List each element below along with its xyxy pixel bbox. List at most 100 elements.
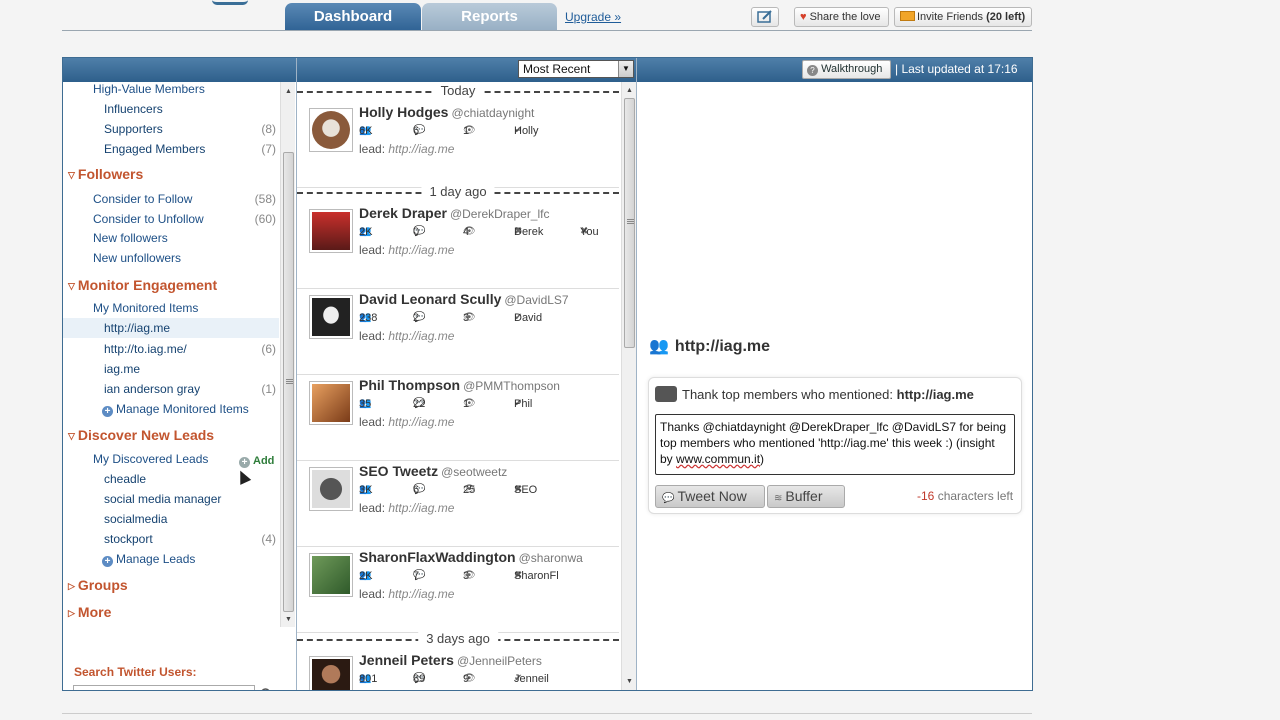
logo-swoosh — [212, 0, 248, 5]
member-name[interactable]: SharonFlaxWaddington @sharonwa — [359, 549, 583, 565]
sidebar-item-monitored-4[interactable]: ian anderson gray (1) — [63, 379, 279, 399]
section-title: Monitor Engagement — [77, 277, 218, 293]
tweet-now-button[interactable]: 💬 Tweet Now — [655, 485, 765, 508]
scroll-down-icon[interactable]: ▼ — [622, 676, 637, 688]
lead-url[interactable]: http://iag.me — [388, 501, 454, 515]
section-followers[interactable]: ▽ Followers — [68, 164, 143, 184]
search-icon[interactable] — [260, 687, 274, 690]
manage-monitored-link[interactable]: + Manage Monitored Items — [63, 399, 279, 419]
sidebar-item-consider-unfollow[interactable]: Consider to Unfollow (60) — [63, 209, 279, 229]
member-name[interactable]: SEO Tweetz @seotweetz — [359, 463, 507, 479]
lead-label: lead: — [359, 142, 386, 156]
sidebar-item-lead-2[interactable]: social media manager — [63, 489, 279, 509]
member-name[interactable]: Derek Draper @DerekDraper_lfc — [359, 205, 549, 221]
section-title: Followers — [77, 166, 144, 182]
lead-url[interactable]: http://iag.me — [388, 329, 454, 343]
feed-item[interactable]: Jenneil Peters @JenneilPeters 👥 801 💬 89 👁 9… — [297, 650, 619, 690]
section-monitor-engagement[interactable]: ▽ Monitor Engagement — [68, 275, 217, 295]
feed-item[interactable]: David Leonard Scully @DavidLS7 👥 238 💬 2 👁 3… — [297, 289, 619, 375]
tab-dashboard[interactable]: Dashboard — [285, 3, 421, 31]
section-groups[interactable]: ▷ Groups — [68, 575, 128, 595]
sidebar-item-count: (58) — [254, 192, 276, 206]
feed-item[interactable]: Derek Draper @DerekDraper_lfc 👥 2K 💬 0 👁 4 ✖… — [297, 203, 619, 289]
sidebar-item-consider-follow[interactable]: Consider to Follow (58) — [63, 189, 279, 209]
sidebar-item-influencers[interactable]: Influencers — [63, 99, 279, 119]
feed-item[interactable]: SEO Tweetz @seotweetz 👥 3K 💬 6 👁 25 ✖ SEO lea… — [297, 461, 619, 547]
sidebar-item-label: socialmedia — [104, 512, 168, 526]
feed-scroll-thumb[interactable] — [624, 98, 635, 348]
lead-url[interactable]: http://iag.me — [388, 415, 454, 429]
sidebar-item-monitored-header[interactable]: My Monitored Items — [63, 298, 279, 318]
invite-friends-button[interactable]: Invite Friends (20 left) — [894, 7, 1032, 27]
manage-leads-label: Manage Leads — [116, 552, 196, 566]
lead-info: lead: http://iag.me — [359, 142, 454, 156]
sidebar-item-count: (7) — [261, 142, 276, 156]
grip-line — [286, 381, 293, 382]
sidebar-item-label: social media manager — [104, 492, 222, 506]
followers-count: 2K — [359, 226, 373, 238]
follow-back-label: You — [580, 226, 599, 238]
tab-reports[interactable]: Reports — [422, 3, 557, 31]
member-name[interactable]: David Leonard Scully @DavidLS7 — [359, 291, 569, 307]
sort-dropdown[interactable]: Most Recent ▼ — [518, 60, 634, 78]
member-handle: @seotweetz — [441, 465, 508, 479]
member-name-text: SEO Tweetz — [359, 463, 439, 479]
member-handle: @JenneilPeters — [456, 654, 542, 668]
sidebar-scroll-thumb[interactable] — [283, 152, 294, 612]
buffer-button[interactable]: ≋ Buffer — [767, 485, 845, 508]
feed-item[interactable]: SharonFlaxWaddington @sharonwa 👥 2K 💬 7 👁 3 … — [297, 547, 619, 633]
scroll-down-icon[interactable]: ▼ — [281, 614, 296, 626]
heart-icon: ♥ — [800, 11, 807, 23]
share-love-button[interactable]: ♥ Share the love — [794, 7, 889, 27]
member-stats: 👥 3K 💬 6 👁 25 ✖ SEO — [359, 484, 619, 498]
views-count: 1 — [463, 398, 470, 410]
follow-status-label: Derek — [514, 226, 544, 238]
collapse-triangle-icon: ▷ — [68, 581, 75, 591]
tweet-textarea[interactable]: Thanks @chiatdaynight @DerekDraper_lfc @… — [655, 414, 1015, 475]
lead-url[interactable]: http://iag.me — [388, 243, 454, 257]
grip-line — [286, 383, 293, 384]
sidebar-item-monitored-2[interactable]: http://to.iag.me/ (6) — [63, 339, 279, 359]
feed-item[interactable]: Holly Hodges @chiatdaynight 👥 6K 💬 6 👁 1 ✔ Ho… — [297, 102, 619, 188]
sidebar-item-lead-4[interactable]: stockport (4) — [63, 529, 279, 549]
compose-button[interactable] — [751, 7, 779, 27]
avatar — [309, 381, 353, 425]
manage-leads-link[interactable]: + Manage Leads — [63, 549, 279, 569]
member-name[interactable]: Phil Thompson @PMMThompson — [359, 377, 560, 393]
grip-line — [627, 221, 634, 222]
followers-count: 2K — [359, 570, 373, 582]
lead-url[interactable]: http://iag.me — [388, 587, 454, 601]
member-name[interactable]: Holly Hodges @chiatdaynight — [359, 104, 534, 120]
section-more[interactable]: ▷ More — [68, 602, 111, 622]
buffer-label: Buffer — [785, 488, 823, 504]
sidebar-item-monitored-3[interactable]: iag.me — [63, 359, 279, 379]
search-users-input[interactable] — [73, 685, 255, 690]
section-discover-leads[interactable]: ▽ Discover New Leads — [68, 425, 214, 445]
feed-scrollbar[interactable]: ▲ ▼ — [621, 82, 636, 690]
scroll-up-icon[interactable]: ▲ — [281, 86, 296, 98]
member-feed: Today Holly Hodges @chiatdaynight 👥 6K 💬 6 … — [297, 82, 636, 690]
dropdown-arrow-icon: ▼ — [618, 61, 633, 77]
upgrade-link[interactable]: Upgrade » — [565, 10, 621, 24]
sidebar-scrollbar[interactable]: ▲ ▼ — [280, 82, 295, 627]
lead-url[interactable]: http://iag.me — [388, 142, 454, 156]
member-name[interactable]: Jenneil Peters @JenneilPeters — [359, 652, 542, 668]
date-label: 3 days ago — [418, 632, 498, 646]
collapse-triangle-icon: ▷ — [68, 608, 75, 618]
sidebar-item-monitored-1[interactable]: http://iag.me — [63, 318, 279, 338]
sidebar-item-high-value[interactable]: High-Value Members — [63, 82, 279, 99]
sidebar-item-leads-header[interactable]: My Discovered Leads — [63, 449, 279, 469]
section-title: Discover New Leads — [77, 427, 215, 443]
sidebar-item-lead-3[interactable]: socialmedia — [63, 509, 279, 529]
sidebar-item-new-unfollowers[interactable]: New unfollowers — [63, 248, 279, 268]
sidebar-item-new-followers[interactable]: New followers — [63, 228, 279, 248]
sidebar-item-label: Consider to Follow — [93, 192, 193, 206]
scroll-up-icon[interactable]: ▲ — [622, 85, 637, 97]
member-stats: 👥 238 💬 2 👁 3 ✔ David — [359, 312, 619, 326]
sidebar-item-engaged[interactable]: Engaged Members (7) — [63, 139, 279, 159]
walkthrough-label: Walkthrough — [821, 63, 883, 75]
walkthrough-button[interactable]: ? Walkthrough — [802, 60, 891, 79]
lead-info: lead: http://iag.me — [359, 243, 454, 257]
sidebar-item-supporters[interactable]: Supporters (8) — [63, 119, 279, 139]
feed-item[interactable]: Phil Thompson @PMMThompson 👥 35 💬 22 👁 1 ✔ Ph… — [297, 375, 619, 461]
